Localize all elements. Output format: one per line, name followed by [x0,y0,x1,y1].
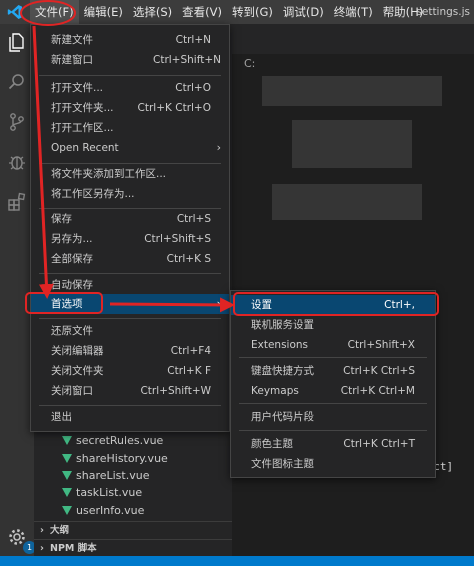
menu-item-extensions[interactable]: Extensions Ctrl+Shift+X [231,335,435,355]
extensions-icon[interactable] [5,190,29,214]
list-item[interactable]: shareList.vue [62,467,149,484]
section-label: 大纲 [50,525,70,536]
menu-item-open-folder[interactable]: 打开文件夹... Ctrl+K Ctrl+O [31,98,229,118]
menu-item-open-file[interactable]: 打开文件... Ctrl+O [31,78,229,98]
blurred-content [292,120,412,168]
menu-item-file-icon-theme[interactable]: 文件图标主题 [231,454,435,474]
menu-terminal[interactable]: 终端(T) [329,0,378,24]
menu-item-open-recent[interactable]: Open Recent › [31,138,229,158]
menu-item-close-editor[interactable]: 关闭编辑器 Ctrl+F4 [31,341,229,361]
window-title: settings.js [416,6,470,18]
menu-item-close-folder[interactable]: 关闭文件夹 Ctrl+K F [31,361,229,381]
menu-item-revert-file[interactable]: 还原文件 [31,321,229,341]
list-item[interactable]: secretRules.vue [62,432,163,449]
source-control-icon[interactable] [5,110,29,134]
menu-file[interactable]: 文件(F) [30,0,79,24]
menu-item-save-workspace-as[interactable]: 将工作区另存为... [31,184,229,204]
menu-separator [39,273,221,274]
chevron-right-icon: › [216,297,221,310]
menu-item-online-services-settings[interactable]: 联机服务设置 [231,315,435,335]
vue-file-icon [62,488,72,497]
list-item[interactable]: taskList.vue [62,484,142,501]
vue-file-icon [62,454,72,463]
menu-bar: 文件(F) 编辑(E) 选择(S) 查看(V) 转到(G) 调试(D) 终端(T… [0,0,474,24]
outline-section[interactable]: › 大纲 [34,521,232,539]
menu-separator [239,403,427,404]
vue-file-icon [62,506,72,515]
section-label: NPM 脚本 [50,543,97,554]
list-item[interactable]: userInfo.vue [62,502,144,519]
menu-item-keymaps[interactable]: Keymaps Ctrl+K Ctrl+M [231,381,435,401]
status-bar [0,556,474,566]
menu-item-new-window[interactable]: 新建窗口 Ctrl+Shift+N [31,50,229,70]
explorer-icon[interactable] [5,30,29,54]
list-item[interactable]: shareHistory.vue [62,450,168,467]
menu-separator [39,318,221,319]
menu-item-preferences[interactable]: 首选项 › [31,294,229,314]
vue-file-icon [62,471,72,480]
file-menu: 新建文件 Ctrl+N 新建窗口 Ctrl+Shift+N 打开文件... Ctrl+… [30,24,230,432]
file-name: taskList.vue [76,486,143,499]
search-icon[interactable] [5,70,29,94]
manage-gear-icon[interactable]: 1 [5,525,36,554]
debug-icon[interactable] [5,150,29,174]
menu-edit[interactable]: 编辑(E) [79,0,128,24]
menu-item-auto-save[interactable]: 自动保存 [31,275,229,295]
menu-item-user-snippets[interactable]: 用户代码片段 [231,407,435,427]
file-name: secretRules.vue [76,434,164,447]
npm-scripts-section[interactable]: › NPM 脚本 [34,539,232,557]
activity-bar: 1 [0,24,36,556]
file-name: shareList.vue [76,469,150,482]
menu-separator [239,357,427,358]
file-name: shareHistory.vue [76,452,168,465]
menu-view[interactable]: 查看(V) [177,0,227,24]
menu-item-save-all[interactable]: 全部保存 Ctrl+K S [31,249,229,269]
menu-item-color-theme[interactable]: 颜色主题 Ctrl+K Ctrl+T [231,434,435,454]
menu-separator [39,75,221,76]
editor-tab-strip [232,24,474,54]
preferences-submenu: 设置 Ctrl+, 联机服务设置 Extensions Ctrl+Shift+X 键… [230,290,436,478]
menu-item-open-workspace[interactable]: 打开工作区... [31,118,229,138]
menu-item-exit[interactable]: 退出 [31,407,229,427]
file-name: userInfo.vue [76,504,145,517]
menu-item-settings[interactable]: 设置 Ctrl+, [231,295,435,315]
breadcrumb: C: [244,57,256,70]
menu-go[interactable]: 转到(G) [227,0,278,24]
blurred-content [272,184,422,220]
chevron-right-icon: › [216,141,221,154]
chevron-right-icon: › [40,525,44,536]
menu-separator [39,405,221,406]
menu-item-new-file[interactable]: 新建文件 Ctrl+N [31,30,229,50]
menu-debug[interactable]: 调试(D) [278,0,329,24]
menu-separator [239,430,427,431]
blurred-content [262,76,442,106]
menu-item-add-folder-to-workspace[interactable]: 将文件夹添加到工作区... [31,164,229,184]
vscode-logo-icon [0,0,30,24]
menu-item-close-window[interactable]: 关闭窗口 Ctrl+Shift+W [31,381,229,401]
menu-selection[interactable]: 选择(S) [128,0,177,24]
menu-item-save[interactable]: 保存 Ctrl+S [31,209,229,229]
menu-item-save-as[interactable]: 另存为... Ctrl+Shift+S [31,229,229,249]
menu-item-keyboard-shortcuts[interactable]: 键盘快捷方式 Ctrl+K Ctrl+S [231,361,435,381]
vue-file-icon [62,436,72,445]
